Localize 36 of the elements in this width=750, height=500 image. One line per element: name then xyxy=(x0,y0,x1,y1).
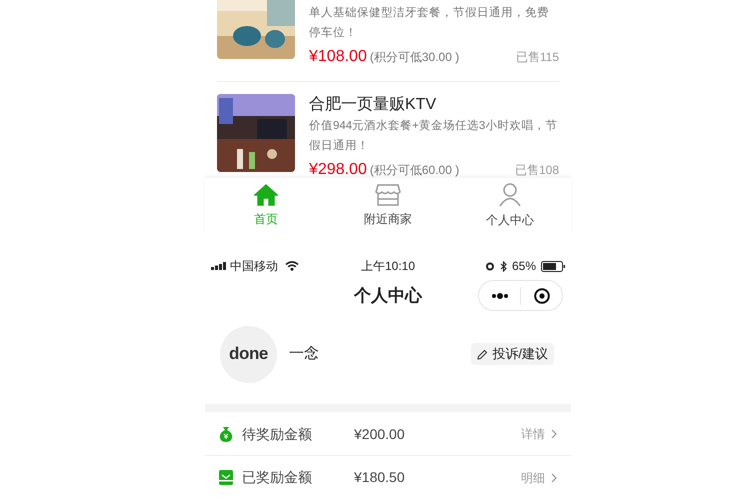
user-name: 一念 xyxy=(289,344,319,364)
battery-percent: 65% xyxy=(512,258,536,275)
wallet-icon xyxy=(219,470,233,485)
deal-description: 单人基础保健型洁牙套餐，节假日通用，免费停车位！ xyxy=(309,6,550,41)
wifi-icon xyxy=(285,261,299,271)
carrier-name: 中国移动 xyxy=(230,258,278,275)
avatar-logo-text: done xyxy=(229,343,268,366)
chevron-right-icon xyxy=(551,429,557,439)
money-bag-icon xyxy=(219,426,233,442)
pencil-icon xyxy=(477,348,488,360)
sold-count: 已售108 xyxy=(514,162,559,178)
more-icon xyxy=(490,292,508,298)
tab[interactable]: 附近商家 xyxy=(327,178,449,234)
home-icon xyxy=(254,184,278,206)
feedback-button[interactable]: 投诉/建议 xyxy=(471,343,554,365)
target-icon xyxy=(534,288,550,304)
page-title: 个人中心 xyxy=(354,285,422,308)
sold-count: 已售115 xyxy=(516,49,559,66)
tab[interactable]: 个人中心 xyxy=(449,178,571,234)
points-note: (积分可低30.00 ) xyxy=(370,49,460,66)
shop-icon xyxy=(375,184,401,206)
reward-label: 已奖励金额 xyxy=(242,468,313,487)
chevron-right-icon xyxy=(551,472,557,482)
bluetooth-icon xyxy=(500,260,507,272)
deal-price: ¥298.00 xyxy=(309,160,367,178)
person-icon xyxy=(499,183,521,207)
reward-label: 待奖励金额 xyxy=(242,424,313,444)
deal-price: ¥108.00 xyxy=(309,47,367,67)
deal-title: 合肥一页量贩KTV xyxy=(309,95,438,115)
clock-time: 上午10:10 xyxy=(360,258,416,275)
signal-icon xyxy=(211,262,227,270)
battery-icon xyxy=(541,260,565,272)
reward-amount: ¥200.00 xyxy=(354,424,405,444)
reward-amount: ¥180.50 xyxy=(354,468,405,487)
deal-description: 价值944元酒水套餐+黄金场任选3小时欢唱，节假日通用！ xyxy=(309,118,558,154)
points-note: (积分可低60.00 ) xyxy=(370,162,460,178)
